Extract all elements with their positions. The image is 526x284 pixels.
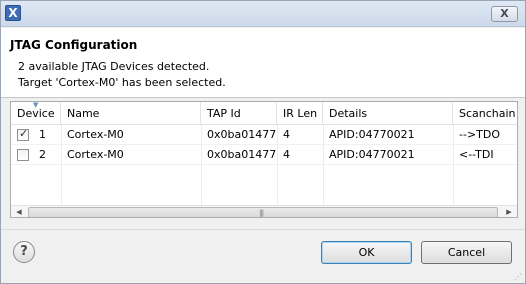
ok-button[interactable]: OK — [321, 241, 412, 264]
help-icon[interactable]: ? — [13, 241, 35, 263]
table-row[interactable]: 1 Cortex-M0 0x0ba01477 4 APID:04770021 -… — [11, 125, 517, 145]
device-ir-len: 4 — [283, 148, 290, 161]
detected-devices-message: 2 available JTAG Devices detected. — [18, 60, 210, 73]
dialog-header: JTAG Configuration 2 available JTAG Devi… — [1, 28, 525, 98]
jtag-config-dialog: X X JTAG Configuration 2 available JTAG … — [0, 0, 526, 284]
device-scanchain: -->TDO — [459, 128, 501, 141]
scroll-right-arrow-icon[interactable]: ▶ — [501, 206, 517, 217]
sort-indicator-icon: ▼ — [33, 102, 39, 109]
scroll-left-arrow-icon[interactable]: ◀ — [11, 206, 27, 217]
dialog-footer: ? OK Cancel ⋰ — [1, 229, 525, 283]
table-row[interactable]: 2 Cortex-M0 0x0ba01477 4 APID:04770021 <… — [11, 145, 517, 165]
device-number: 1 — [39, 128, 46, 141]
device-scanchain: <--TDI — [459, 148, 494, 161]
device-tap-id: 0x0ba01477 — [207, 148, 277, 161]
device-number: 2 — [39, 148, 46, 161]
device-checkbox[interactable] — [17, 127, 29, 141]
column-header-tap-id[interactable]: TAP Id — [201, 102, 277, 125]
device-details: APID:04770021 — [329, 148, 415, 161]
selected-target-message: Target 'Cortex-M0' has been selected. — [18, 76, 226, 89]
devices-table: ▼ Device Name TAP Id IR Len Details Scan… — [10, 101, 518, 218]
device-details: APID:04770021 — [329, 128, 415, 141]
table-header: ▼ Device Name TAP Id IR Len Details Scan… — [11, 102, 517, 125]
device-ir-len: 4 — [283, 128, 290, 141]
device-checkbox[interactable] — [17, 149, 29, 161]
title-bar: X X — [1, 1, 525, 27]
column-header-ir-len[interactable]: IR Len — [277, 102, 323, 125]
column-header-device[interactable]: ▼ Device — [11, 102, 61, 125]
scroll-grip-icon: ||| — [259, 209, 264, 217]
cancel-button[interactable]: Cancel — [421, 241, 512, 264]
app-icon: X — [5, 5, 21, 21]
resize-grip-icon[interactable]: ⋰ — [514, 273, 522, 281]
column-header-scanchain[interactable]: Scanchain — [453, 102, 517, 125]
close-button[interactable]: X — [491, 6, 518, 22]
horizontal-scrollbar[interactable]: ◀ ||| ▶ — [11, 205, 517, 217]
device-name: Cortex-M0 — [67, 148, 124, 161]
column-header-details[interactable]: Details — [323, 102, 453, 125]
device-tap-id: 0x0ba01477 — [207, 128, 277, 141]
dialog-title: JTAG Configuration — [10, 38, 138, 52]
column-header-name[interactable]: Name — [61, 102, 201, 125]
device-name: Cortex-M0 — [67, 128, 124, 141]
scroll-thumb[interactable]: ||| — [28, 207, 498, 217]
